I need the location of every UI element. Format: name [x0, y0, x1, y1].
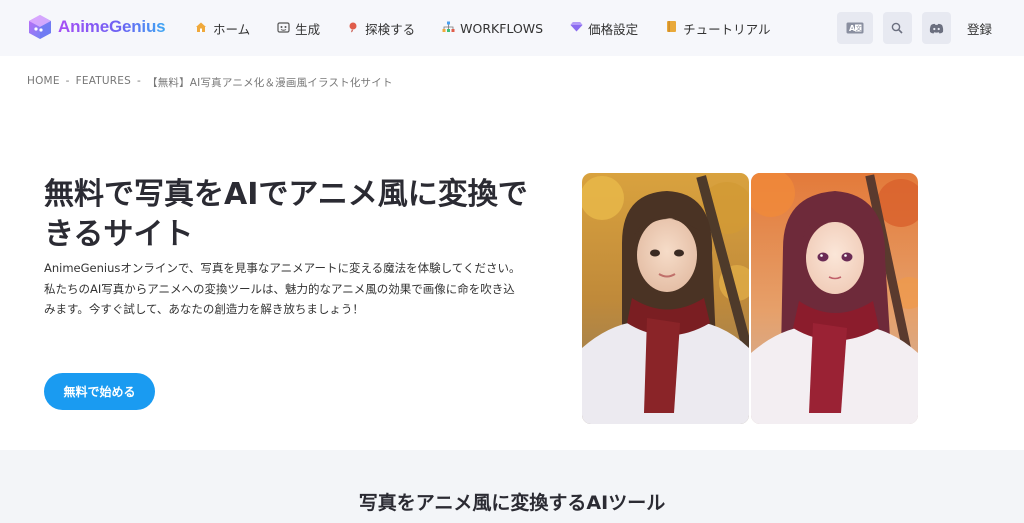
breadcrumb-separator: - — [137, 75, 141, 87]
explore-icon — [346, 21, 360, 36]
breadcrumb-separator: - — [65, 75, 70, 87]
nav-item-pricing[interactable]: 価格設定 — [569, 19, 638, 38]
discord-icon — [929, 19, 944, 38]
logo-cube-icon — [26, 13, 54, 41]
breadcrumb-home[interactable]: HOME — [27, 75, 60, 90]
nav-item-home[interactable]: ホーム — [194, 19, 250, 38]
nav-item-generate[interactable]: 生成 — [276, 19, 320, 38]
nav-item-label: ホーム — [213, 21, 251, 37]
nav-item-label: WORKFLOWS — [460, 20, 544, 36]
signup-link[interactable]: 登録 — [967, 19, 992, 38]
nav-item-tutorial[interactable]: チュートリアル — [664, 19, 771, 38]
site-header: AnimeGenius ホーム 生成 探検する WORKFLOWS 価格設定 チ… — [0, 0, 1024, 56]
search-button[interactable] — [882, 12, 912, 44]
section-title: 写真をアニメ風に変換するAIツール — [358, 492, 666, 514]
brand-logo[interactable]: AnimeGenius — [26, 13, 166, 41]
nav-item-workflows[interactable]: WORKFLOWS — [441, 21, 543, 36]
before-photo-image — [582, 173, 749, 424]
start-free-button[interactable]: 無料で始める — [44, 373, 155, 410]
svg-text:文: 文 — [856, 24, 862, 32]
page-title: 無料で写真をAIでアニメ風に変換できるサイト — [44, 177, 528, 252]
language-button[interactable]: A文 — [836, 12, 873, 44]
brand-name: AnimeGenius — [58, 17, 166, 36]
diamond-icon — [569, 21, 583, 35]
nav-item-label: チュートリアル — [683, 21, 771, 37]
nav-item-label: 探検する — [365, 21, 416, 37]
hero-description: AnimeGeniusオンラインで、写真を見事なアニメアートに変える魔法を体験し… — [44, 261, 521, 316]
breadcrumb: HOME - FEATURES - 【無料】AI写真アニメ化＆漫画風イラスト化サ… — [27, 75, 393, 90]
home-icon — [194, 21, 208, 36]
workflows-icon — [441, 21, 455, 36]
translate-icon: A文 — [846, 19, 864, 38]
nav-item-label: 生成 — [295, 21, 321, 37]
breadcrumb-features[interactable]: FEATURES — [76, 75, 131, 90]
after-anime-image — [751, 173, 918, 424]
discord-button[interactable] — [921, 12, 951, 44]
book-icon — [664, 20, 678, 36]
header-actions: A文 登録 — [836, 12, 992, 44]
nav-item-label: 価格設定 — [588, 21, 639, 37]
nav-item-explore[interactable]: 探検する — [346, 19, 415, 38]
generate-icon — [276, 21, 290, 36]
search-icon — [891, 19, 904, 38]
main-nav: ホーム 生成 探検する WORKFLOWS 価格設定 チュートリアル — [194, 0, 797, 56]
breadcrumb-current: 【無料】AI写真アニメ化＆漫画風イラスト化サイト — [147, 77, 393, 89]
